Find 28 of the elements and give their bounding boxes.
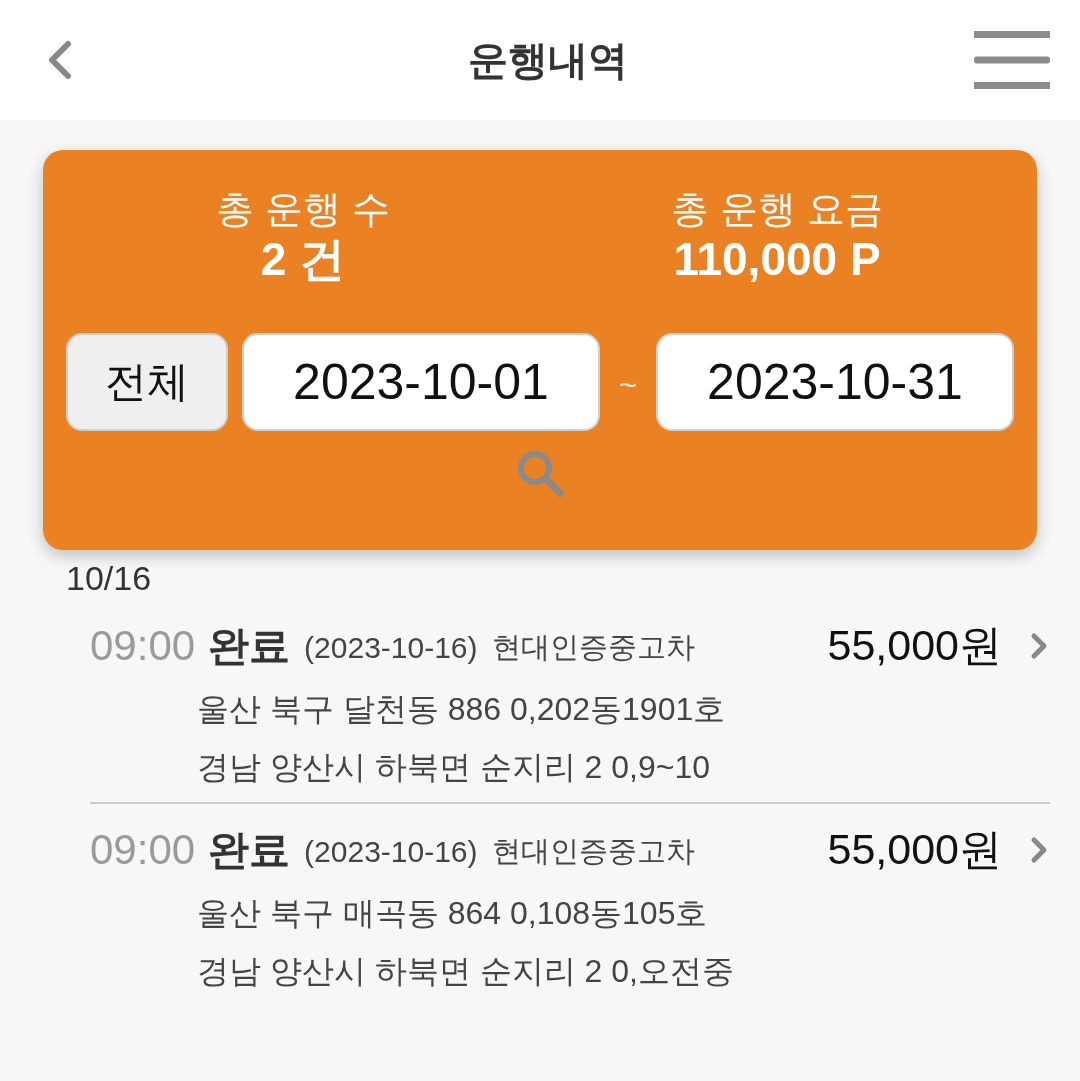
origin-address: 울산 북구 매곡동 864 0,108동105호 [197,894,708,933]
trip-time: 09:00 [90,622,196,670]
stat-label: 총 운행 수 [216,187,390,232]
chevron-icon[interactable] [1030,836,1048,864]
destination-address: 경남 양산시 하북면 순지리 2 0,오전중 [197,952,734,991]
stat-label: 총 운행 요금 [671,187,883,232]
page-title: 운행내역 [468,37,628,84]
destination-address: 경남 양산시 하북면 순지리 2 0,9~10 [197,748,710,787]
menu-icon[interactable] [974,31,1050,89]
origin-address: 울산 북구 달천동 886 0,202동1901호 [197,690,726,729]
stat-value: 110,000 P [673,232,881,286]
company-name: 현대인증중고차 [491,834,695,869]
trip-time: 09:00 [90,826,196,874]
back-icon[interactable] [46,40,72,80]
trip-status: 완료 [208,621,291,671]
date-header: 10/16 [66,558,152,599]
stat-value: 2 건 [260,232,346,286]
range-separator: ~ [617,366,639,405]
trip-date: (2023-10-16) [304,630,478,665]
fare-amount: 55,000원 [827,620,1002,671]
end-date-field[interactable]: 2023-10-31 [656,333,1014,431]
start-date-field[interactable]: 2023-10-01 [242,333,600,431]
trip-status: 완료 [208,825,291,875]
all-button[interactable]: 전체 [66,333,228,431]
fare-amount: 55,000원 [827,824,1002,875]
company-name: 현대인증중고차 [491,630,695,665]
chevron-icon[interactable] [1030,632,1048,660]
trip-date: (2023-10-16) [304,834,478,869]
